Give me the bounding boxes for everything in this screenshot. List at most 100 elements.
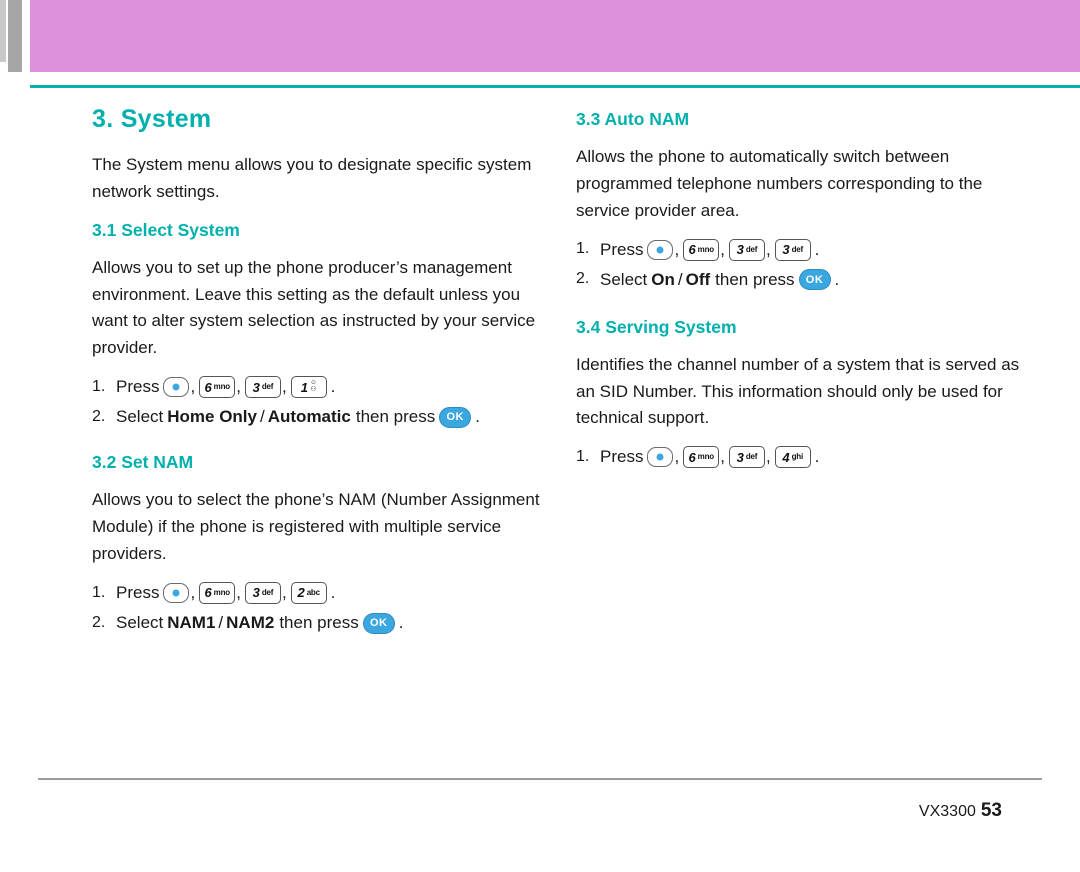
key-3def-icon: 3 def (728, 446, 765, 469)
header-divider-gap (0, 78, 30, 88)
option-primary: On (651, 269, 675, 289)
key-3def-icon: 3 def (244, 581, 281, 604)
menu-key-icon (647, 447, 674, 468)
right-column: 3.3 Auto NAM Allows the phone to automat… (576, 105, 1026, 476)
menu-key-icon (163, 582, 190, 603)
ok-key-icon: OK (798, 269, 831, 291)
step-label: Press (600, 447, 644, 467)
key-digit: 1 (300, 379, 308, 395)
comma-separator: , (765, 447, 771, 467)
key-digit: 6 (688, 449, 696, 465)
menu-key-icon (647, 239, 674, 260)
key-3def-icon: 3 def (244, 376, 281, 399)
section-title-auto-nam: 3.3 Auto NAM (576, 109, 690, 129)
section-body-serving-system: Identifies the channel number of a syste… (576, 354, 1020, 428)
key-3def-icon: 3 def (728, 238, 765, 261)
document-page: 3. System The System menu allows you to … (0, 0, 1080, 872)
step-item: 1. Press , 6 mno , 3 def , 1 ☺ ⚇ . (92, 376, 542, 399)
key-digit: 4 (782, 449, 790, 465)
step-number: 1. (92, 377, 106, 395)
key-digit: 3 (252, 379, 260, 395)
period-mark: . (398, 613, 404, 633)
page-number: 53 (980, 800, 1002, 821)
key-letters: ghi (791, 452, 804, 462)
option-separator: / (218, 613, 224, 633)
key-digit: 3 (782, 242, 790, 258)
key-letters: def (261, 382, 274, 392)
step-label: Press (116, 377, 160, 397)
left-column: 3. System The System menu allows you to … (92, 105, 542, 642)
steps-auto-nam: 1. Press , 6 mno , 3 def , 3 def . 2. Se… (576, 238, 1026, 291)
key-digit: 6 (204, 379, 212, 395)
section-title-set-nam: 3.2 Set NAM (92, 452, 194, 473)
key-letters: abc (306, 587, 320, 597)
option-primary: NAM1 (167, 613, 216, 633)
section-body-set-nam: Allows you to select the phone’s NAM (Nu… (92, 490, 540, 564)
key-2abc-icon: 2 abc (290, 581, 327, 604)
step-label: Select (116, 613, 164, 633)
comma-separator: , (281, 582, 287, 602)
comma-separator: , (190, 377, 196, 397)
key-letters: def (745, 452, 758, 462)
comma-separator: , (674, 239, 680, 259)
option-primary: Home Only (167, 407, 257, 427)
menu-key-icon (163, 377, 190, 398)
device-model: VX3300 (918, 803, 976, 820)
option-secondary: Off (685, 269, 711, 289)
comma-separator: , (236, 582, 241, 602)
key-4ghi-icon: 4 ghi (774, 446, 811, 469)
option-separator: / (260, 407, 265, 427)
step-number: 2. (92, 407, 106, 425)
key-letters: def (745, 244, 758, 254)
step-number: 1. (576, 447, 590, 465)
step-label-suffix: then press (715, 269, 795, 289)
key-letters: def (261, 587, 274, 597)
footer-divider-rule (38, 778, 1042, 780)
ok-key-icon: OK (439, 406, 472, 428)
header-divider-rule (0, 85, 1080, 88)
key-digit: 3 (736, 449, 744, 465)
step-label: Press (600, 239, 644, 259)
ok-key-icon: OK (362, 612, 395, 634)
option-separator: / (677, 269, 683, 289)
key-digit: 2 (297, 585, 305, 601)
section-body-auto-nam: Allows the phone to automatically switch… (576, 147, 983, 220)
key-digit: 3 (252, 585, 260, 601)
key-digit: 3 (736, 242, 744, 258)
section-title-select-system: 3.1 Select System (92, 219, 240, 240)
step-label-suffix: then press (279, 613, 359, 633)
header-accent-light (0, 0, 6, 62)
page-footer: VX3300 53 (919, 800, 1002, 822)
key-6mno-icon: 6 mno (683, 238, 720, 261)
section-body-select-system: Allows you to set up the phone producer’… (92, 257, 536, 358)
key-symbol-stack: ☺ ⚇ (310, 380, 317, 394)
step-item: 1. Press , 6 mno , 3 def , 4 ghi . (576, 446, 1026, 469)
option-secondary: NAM2 (226, 613, 275, 633)
step-label: Select (600, 269, 648, 289)
comma-separator: , (720, 447, 725, 467)
page-title: 3. System (92, 105, 212, 133)
key-letters: mno (213, 587, 231, 597)
period-mark: . (814, 447, 820, 467)
key-letters: mno (213, 382, 231, 392)
key-6mno-icon: 6 mno (199, 376, 236, 399)
option-secondary: Automatic (267, 407, 351, 427)
key-3def-icon: 3 def (774, 238, 811, 261)
key-6mno-icon: 6 mno (199, 581, 236, 604)
chapter-intro-text: The System menu allows you to designate … (92, 155, 532, 201)
period-mark: . (834, 269, 840, 289)
step-number: 1. (92, 583, 106, 601)
key-1-icon: 1 ☺ ⚇ (290, 376, 327, 399)
step-item: 2. Select On / Off then press OK . (576, 269, 1026, 291)
section-title-serving-system: 3.4 Serving System (576, 316, 737, 337)
step-number: 2. (576, 270, 590, 288)
step-label-suffix: then press (355, 407, 436, 427)
period-mark: . (330, 582, 336, 602)
header-accent-dark (8, 0, 22, 72)
key-symbol-bottom: ⚇ (310, 386, 317, 394)
step-item: 2. Select Home Only / Automatic then pre… (92, 406, 542, 428)
comma-separator: , (720, 239, 725, 259)
key-digit: 6 (688, 242, 696, 258)
period-mark: . (814, 239, 820, 259)
key-letters: def (791, 244, 804, 254)
